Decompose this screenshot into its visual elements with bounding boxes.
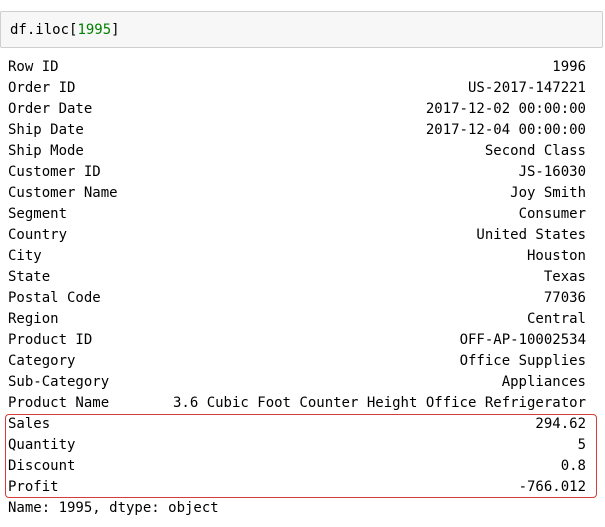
- row-key: Region: [8, 311, 59, 327]
- row-key: Order Date: [8, 101, 93, 117]
- series-row: Customer Name Joy Smith: [8, 183, 586, 204]
- row-key: Quantity: [8, 437, 76, 453]
- row-key: Ship Date: [8, 122, 84, 138]
- row-key: Category: [8, 353, 76, 369]
- row-value: Consumer: [518, 206, 586, 222]
- series-row-highlighted: Quantity 5: [8, 435, 586, 456]
- row-value: OFF-AP-10002534: [459, 332, 586, 348]
- row-value: Appliances: [501, 374, 586, 390]
- row-key: Profit: [8, 479, 59, 495]
- row-value: 2017-12-04 00:00:00: [425, 122, 586, 138]
- series-row: Order ID US-2017-147221: [8, 78, 586, 99]
- series-row: Ship Mode Second Class: [8, 141, 586, 162]
- series-row: Customer ID JS-16030: [8, 162, 586, 183]
- code-index-number: 1995: [77, 22, 112, 38]
- row-key: Customer Name: [8, 185, 118, 201]
- row-value: 5: [577, 437, 586, 453]
- row-value: -766.012: [518, 479, 586, 495]
- series-row: Segment Consumer: [8, 204, 586, 225]
- series-row: Region Central: [8, 309, 586, 330]
- row-value: JS-16030: [518, 164, 586, 180]
- row-key: State: [8, 269, 51, 285]
- row-value: 77036: [543, 290, 586, 306]
- series-row: Category Office Supplies: [8, 351, 586, 372]
- row-key: Postal Code: [8, 290, 101, 306]
- row-value: 2017-12-02 00:00:00: [425, 101, 586, 117]
- row-key: Country: [8, 227, 68, 243]
- row-key: Discount: [8, 458, 76, 474]
- series-row: Country United States: [8, 225, 586, 246]
- series-row: Ship Date 2017-12-04 00:00:00: [8, 120, 586, 141]
- series-row-highlighted: Discount 0.8: [8, 456, 586, 477]
- series-row: City Houston: [8, 246, 586, 267]
- row-key: Ship Mode: [8, 143, 84, 159]
- row-value: Central: [526, 311, 586, 327]
- row-key: City: [8, 248, 42, 264]
- code-input-cell[interactable]: df.iloc[1995]: [0, 11, 603, 48]
- row-key: Customer ID: [8, 164, 101, 180]
- row-key: Product ID: [8, 332, 93, 348]
- code-prefix: df.iloc[: [10, 22, 78, 38]
- series-row-highlighted: Sales 294.62: [8, 414, 586, 435]
- series-footer: Name: 1995, dtype: object: [8, 500, 219, 516]
- row-key: Row ID: [8, 59, 59, 75]
- row-key: Order ID: [8, 80, 76, 96]
- code-suffix: ]: [111, 22, 120, 38]
- row-key: Sub-Category: [8, 374, 110, 390]
- row-value: 294.62: [535, 416, 586, 432]
- series-row: Sub-Category Appliances: [8, 372, 586, 393]
- row-value: 1996: [552, 59, 586, 75]
- series-row: Order Date 2017-12-02 00:00:00: [8, 99, 586, 120]
- row-value: Joy Smith: [510, 185, 586, 201]
- series-row: Postal Code 77036: [8, 288, 586, 309]
- series-output: Row ID 1996 Order ID US-2017-147221 Order …: [8, 57, 586, 519]
- row-value: Houston: [526, 248, 586, 264]
- series-row: Row ID 1996: [8, 57, 586, 78]
- row-value: Texas: [543, 269, 586, 285]
- row-key: Segment: [8, 206, 68, 222]
- row-value: Office Supplies: [459, 353, 586, 369]
- row-value: Second Class: [484, 143, 586, 159]
- row-key: Sales: [8, 416, 51, 432]
- series-row: Product Name 3.6 Cubic Foot Counter Heigh…: [8, 393, 586, 414]
- series-row-highlighted: Profit -766.012: [8, 477, 586, 498]
- series-row: State Texas: [8, 267, 586, 288]
- row-value: US-2017-147221: [467, 80, 586, 96]
- row-value: United States: [476, 227, 586, 243]
- row-value: 3.6 Cubic Foot Counter Height Office Ref…: [172, 395, 586, 411]
- row-value: 0.8: [560, 458, 586, 474]
- row-key: Product Name: [8, 395, 110, 411]
- series-row: Product ID OFF-AP-10002534: [8, 330, 586, 351]
